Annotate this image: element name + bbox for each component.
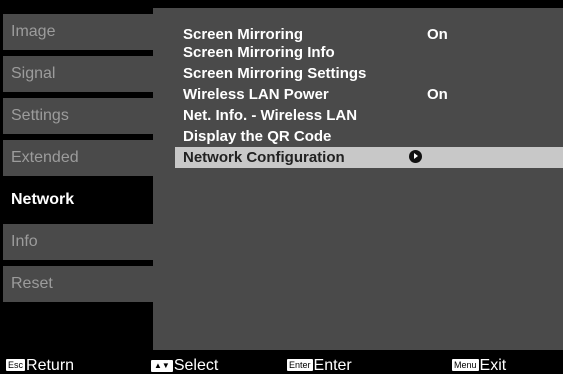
- menu-item-label: Wireless LAN Power: [183, 86, 329, 103]
- key-guide-bar: Esc Return ▲▼ Select Enter Enter Menu Exit: [0, 357, 563, 374]
- sidebar-item-label: Info: [11, 233, 38, 250]
- sidebar-item-label: Reset: [11, 275, 53, 292]
- menu-item-net-info-wireless-lan[interactable]: Net. Info. - Wireless LAN: [175, 105, 563, 126]
- menu-item-label: Net. Info. - Wireless LAN: [183, 107, 358, 124]
- menu-item-label: Network Configuration: [183, 149, 345, 166]
- sidebar-item-label: Image: [11, 23, 56, 40]
- sidebar-item-label: Extended: [11, 149, 79, 166]
- menu-item-label: Screen Mirroring Settings: [183, 65, 367, 82]
- menu-item-label: Screen Mirroring Info: [183, 44, 335, 61]
- sidebar-item-image[interactable]: Image: [3, 14, 153, 50]
- footer-exit-label: Exit: [479, 357, 507, 374]
- footer-enter-label: Enter: [313, 357, 352, 374]
- up-down-key-icon: ▲▼: [151, 360, 173, 372]
- menu-item-wireless-lan-power[interactable]: Wireless LAN Power On: [175, 84, 563, 105]
- footer-return: Esc Return: [6, 357, 74, 374]
- footer-enter: Enter Enter: [287, 357, 352, 374]
- menu-key-icon: Menu: [452, 359, 479, 371]
- sidebar-item-label: Settings: [11, 107, 69, 124]
- sidebar-item-extended[interactable]: Extended: [3, 140, 153, 176]
- footer-exit: Menu Exit: [452, 357, 506, 374]
- sidebar-item-signal[interactable]: Signal: [3, 56, 153, 92]
- network-settings-panel: Screen Mirroring On Screen Mirroring Inf…: [153, 8, 563, 350]
- sidebar-item-settings[interactable]: Settings: [3, 98, 153, 134]
- enter-key-icon: Enter: [287, 359, 313, 371]
- menu-item-value: On: [427, 86, 448, 103]
- menu-item-screen-mirroring-settings[interactable]: Screen Mirroring Settings: [175, 63, 563, 84]
- menu-item-network-configuration[interactable]: Network Configuration: [175, 147, 563, 168]
- footer-select: ▲▼ Select: [151, 357, 218, 374]
- submenu-arrow-icon: [409, 150, 422, 163]
- sidebar-item-label: Signal: [11, 65, 56, 82]
- menu-item-display-qr-code[interactable]: Display the QR Code: [175, 126, 563, 147]
- sidebar-item-network[interactable]: Network: [3, 182, 163, 218]
- menu-item-screen-mirroring-info[interactable]: Screen Mirroring Info: [175, 42, 563, 63]
- sidebar-item-reset[interactable]: Reset: [3, 266, 153, 302]
- esc-key-icon: Esc: [6, 359, 26, 371]
- footer-return-label: Return: [26, 357, 75, 374]
- footer-select-label: Select: [173, 357, 219, 374]
- sidebar-item-info[interactable]: Info: [3, 224, 153, 260]
- sidebar-item-label: Network: [11, 191, 75, 208]
- menu-item-label: Display the QR Code: [183, 128, 332, 145]
